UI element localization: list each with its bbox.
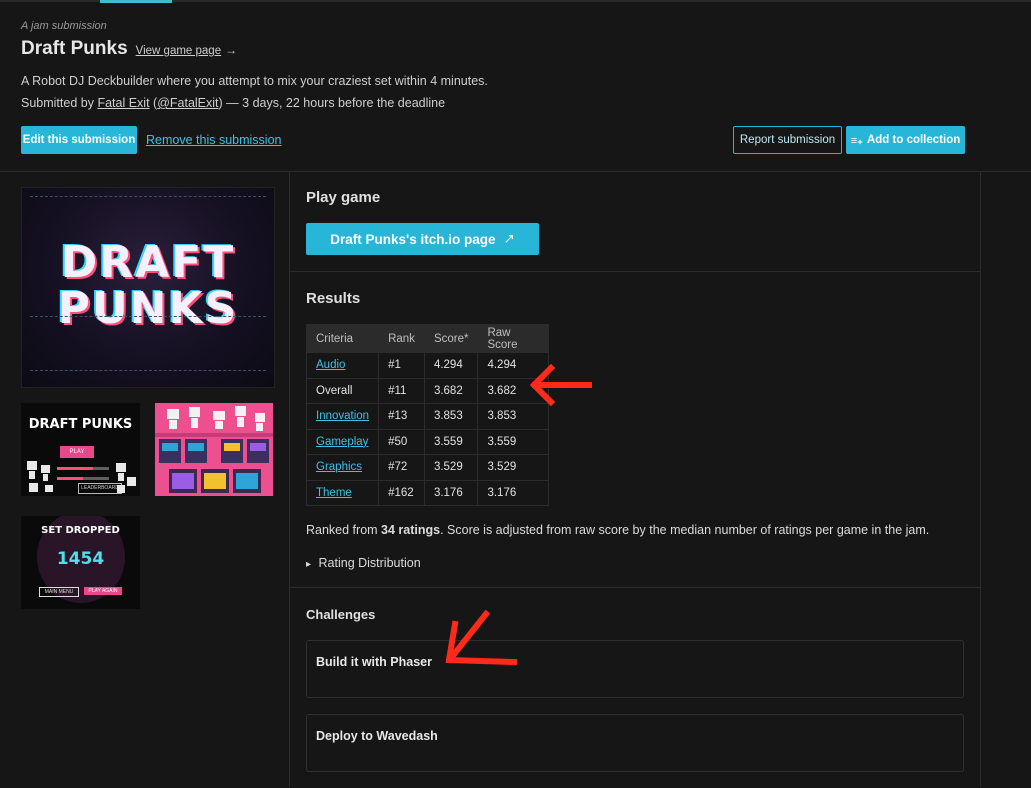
score-cell: 3.682 xyxy=(423,377,479,404)
submitted-by-line: Submitted by Fatal Exit (@FatalExit) — 3… xyxy=(21,96,446,110)
rating-distribution-toggle[interactable]: ▸ Rating Distribution xyxy=(306,556,421,570)
cover-logo-line1: DRAFT xyxy=(60,237,236,288)
criteria-link-gameplay[interactable]: Gameplay xyxy=(316,436,368,448)
challenge-title: Build it with Phaser xyxy=(316,655,432,669)
active-tab-indicator xyxy=(100,0,172,3)
annotation-arrow-down-left-icon xyxy=(445,609,518,666)
criteria-link-audio[interactable]: Audio xyxy=(316,359,345,371)
criteria-link-graphics[interactable]: Graphics xyxy=(316,461,362,473)
disclosure-triangle-icon: ▸ xyxy=(306,559,312,570)
challenge-card: Build it with Phaser xyxy=(306,640,964,698)
action-bar: Edit this submission Remove this submiss… xyxy=(21,126,965,154)
table-row: Graphics #72 3.529 3.529 xyxy=(305,454,550,481)
author-handle-link[interactable]: @FatalExit xyxy=(157,96,218,110)
rank-cell: #13 xyxy=(378,403,425,430)
challenges-heading: Challenges xyxy=(306,607,376,622)
rank-cell: #162 xyxy=(378,479,425,506)
raw-score-cell: 3.176 xyxy=(477,479,550,506)
remove-submission-link[interactable]: Remove this submission xyxy=(146,133,281,147)
ranked-prefix: Ranked from xyxy=(306,523,378,537)
submitted-time: — 3 days, 22 hours before the deadline xyxy=(226,96,446,110)
edit-submission-button[interactable]: Edit this submission xyxy=(21,126,137,154)
thumb-score: 1454 xyxy=(56,549,105,569)
score-cell: 4.294 xyxy=(423,352,479,379)
cover-dash-line xyxy=(30,370,266,371)
jam-kicker: A jam submission xyxy=(21,20,107,32)
play-game-heading: Play game xyxy=(306,189,381,206)
itch-page-button[interactable]: Draft Punks's itch.io page ↗ xyxy=(306,223,539,255)
annotation-arrow-left-icon xyxy=(529,363,592,407)
col-score: Score* xyxy=(423,324,479,353)
play-game-section: Play game xyxy=(290,171,980,271)
table-row: Audio #1 4.294 4.294 xyxy=(305,352,550,379)
col-criteria: Criteria xyxy=(305,324,380,353)
arrow-right-icon: → xyxy=(225,43,238,57)
add-to-collection-label: Add to collection xyxy=(866,134,961,146)
cover-dash-line xyxy=(30,196,266,197)
author-link[interactable]: Fatal Exit xyxy=(97,96,149,110)
ranked-suffix: . Score is adjusted from raw score by th… xyxy=(440,523,930,537)
column-divider-right xyxy=(980,171,981,787)
col-raw-score: Raw Score xyxy=(477,324,550,353)
screenshot-thumbnail-title[interactable]: DRAFT PUNKS PLAY LEADERBOARD xyxy=(21,403,140,496)
rank-cell: #11 xyxy=(378,377,425,404)
criteria-link-theme[interactable]: Theme xyxy=(316,487,352,499)
rating-distribution-label: Rating Distribution xyxy=(318,556,421,570)
page-title: Draft Punks xyxy=(21,38,128,59)
score-cell: 3.529 xyxy=(423,454,479,481)
game-description: A Robot DJ Deckbuilder where you attempt… xyxy=(21,74,488,88)
challenge-title: Deploy to Wavedash xyxy=(316,729,438,743)
table-row: Gameplay #50 3.559 3.559 xyxy=(305,428,550,455)
challenge-card: Deploy to Wavedash xyxy=(306,714,964,772)
submission-header: A jam submission Draft Punks View game p… xyxy=(21,20,1011,110)
criteria-overall: Overall xyxy=(305,377,380,404)
cover-screenshot[interactable]: DRAFT PUNKS xyxy=(21,187,275,388)
score-cell: 3.853 xyxy=(423,403,479,430)
score-cell: 3.176 xyxy=(423,479,479,506)
robot-sprites xyxy=(27,461,136,493)
cover-logo: DRAFT PUNKS xyxy=(22,240,274,332)
title-row: Draft Punks View game page → xyxy=(21,38,1011,60)
report-submission-button[interactable]: Report submission xyxy=(733,126,842,154)
add-to-collection-button[interactable]: ≡₊ Add to collection xyxy=(846,126,965,154)
table-row: Overall #11 3.682 3.682 xyxy=(305,377,550,404)
raw-score-cell: 3.559 xyxy=(477,428,550,455)
results-table: Criteria Rank Score* Raw Score Audio #1 … xyxy=(305,324,550,506)
score-cell: 3.559 xyxy=(423,428,479,455)
screenshot-thumbnail-gameplay[interactable] xyxy=(155,403,273,496)
gameplay-scene xyxy=(155,406,273,493)
rank-cell: #72 xyxy=(378,454,425,481)
itch-page-label: Draft Punks's itch.io page xyxy=(330,231,496,247)
ratings-count: 34 ratings xyxy=(381,523,441,537)
results-header-row: Criteria Rank Score* Raw Score xyxy=(305,324,550,353)
table-row: Innovation #13 3.853 3.853 xyxy=(305,403,550,430)
screenshot-thumbnail-results[interactable]: SET DROPPED 1454 MAIN MENU PLAY AGAIN xyxy=(21,516,140,609)
thumb-set-dropped: SET DROPPED xyxy=(41,525,120,536)
ranked-note: Ranked from 34 ratings. Score is adjuste… xyxy=(306,523,929,537)
criteria-link-innovation[interactable]: Innovation xyxy=(316,410,369,422)
add-list-icon: ≡₊ xyxy=(850,134,863,147)
top-nav-line xyxy=(0,0,1031,3)
submitted-prefix: Submitted by xyxy=(21,96,94,110)
view-game-page-link[interactable]: View game page xyxy=(136,45,221,57)
thumb-play-again: PLAY AGAIN xyxy=(84,587,122,595)
rank-cell: #50 xyxy=(378,428,425,455)
table-row: Theme #162 3.176 3.176 xyxy=(305,479,550,506)
cover-dash-line xyxy=(30,316,266,317)
results-heading: Results xyxy=(306,290,361,307)
external-link-icon: ↗ xyxy=(503,231,515,246)
raw-score-cell: 3.529 xyxy=(477,454,550,481)
cover-logo-line2: PUNKS xyxy=(57,283,239,334)
col-rank: Rank xyxy=(378,324,425,353)
rank-cell: #1 xyxy=(378,352,425,379)
thumb-main-menu: MAIN MENU xyxy=(39,587,79,597)
